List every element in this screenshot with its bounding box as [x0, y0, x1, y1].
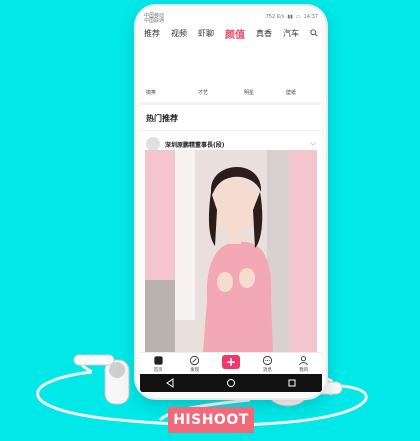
tab-video[interactable]: 视频	[171, 28, 187, 39]
message-icon	[262, 355, 272, 366]
clock: 14:37	[303, 14, 318, 20]
battery-icon: ▭	[295, 14, 301, 20]
carrier-bottom: 中国联通	[144, 18, 165, 24]
profile-icon	[299, 356, 309, 366]
subcategory-row: 搞笑 才艺 明星 壁纸	[140, 42, 322, 102]
tab-car[interactable]: 汽车	[283, 28, 299, 39]
recents-icon[interactable]	[287, 378, 297, 388]
system-navigation-bar	[140, 374, 322, 392]
tab-truly-fragrant[interactable]: 真香	[256, 28, 272, 39]
search-icon[interactable]	[310, 29, 318, 37]
avatar[interactable]	[146, 137, 160, 151]
subcategory-celebrity[interactable]: 明星	[244, 89, 254, 96]
section-title: 热门推荐	[146, 114, 178, 123]
app-screen: 中国移动 中国联通 752 K/s ▮▮ ▭ 14:37 推荐 视频 虾聊 颜值…	[140, 12, 322, 392]
subcategory-wallpaper[interactable]: 壁纸	[286, 89, 296, 96]
home-button-icon[interactable]	[226, 378, 236, 388]
tab-looks[interactable]: 颜值	[225, 26, 245, 41]
nav-discover-label: 发现	[190, 368, 200, 373]
status-bar: 中国移动 中国联通 752 K/s ▮▮ ▭ 14:37	[140, 12, 322, 24]
network-speed: 752 K/s	[265, 14, 285, 20]
status-right: 752 K/s ▮▮ ▭ 14:37	[266, 14, 318, 20]
video-frame-image	[145, 150, 317, 352]
home-icon	[154, 356, 163, 365]
carrier-info: 中国移动 中国联通	[144, 14, 164, 24]
tab-recommend[interactable]: 推荐	[144, 28, 160, 39]
phone-frame: 中国移动 中国联通 752 K/s ▮▮ ▭ 14:37 推荐 视频 虾聊 颜值…	[136, 6, 326, 398]
chevron-down-icon[interactable]	[310, 141, 316, 147]
subcategory-funny[interactable]: 搞笑	[146, 89, 156, 96]
post-author[interactable]: 深圳原鹏精董事長(段)	[165, 140, 310, 149]
left-earbud	[73, 354, 130, 405]
nav-messages[interactable]: 消息	[253, 355, 281, 373]
signal-icon: ▮▮	[287, 14, 293, 20]
nav-publish[interactable]: +	[217, 355, 245, 369]
nav-profile-label: 我的	[299, 368, 309, 373]
subcategory-talent[interactable]: 才艺	[198, 89, 208, 96]
tab-shrimp-chat[interactable]: 虾聊	[198, 28, 214, 39]
category-tabs: 推荐 视频 虾聊 颜值 真香 汽车	[140, 24, 322, 42]
nav-profile[interactable]: 我的	[290, 355, 318, 373]
nav-home-label: 首页	[153, 368, 163, 373]
back-icon[interactable]	[165, 378, 175, 388]
plus-icon[interactable]: +	[221, 355, 240, 369]
nav-discover[interactable]: 发现	[181, 355, 209, 373]
compass-icon	[189, 355, 200, 366]
nav-home[interactable]: 首页	[144, 355, 172, 373]
video-player[interactable]	[145, 150, 317, 352]
brand-label: HISHOOT	[168, 407, 254, 433]
nav-messages-label: 消息	[262, 368, 272, 373]
